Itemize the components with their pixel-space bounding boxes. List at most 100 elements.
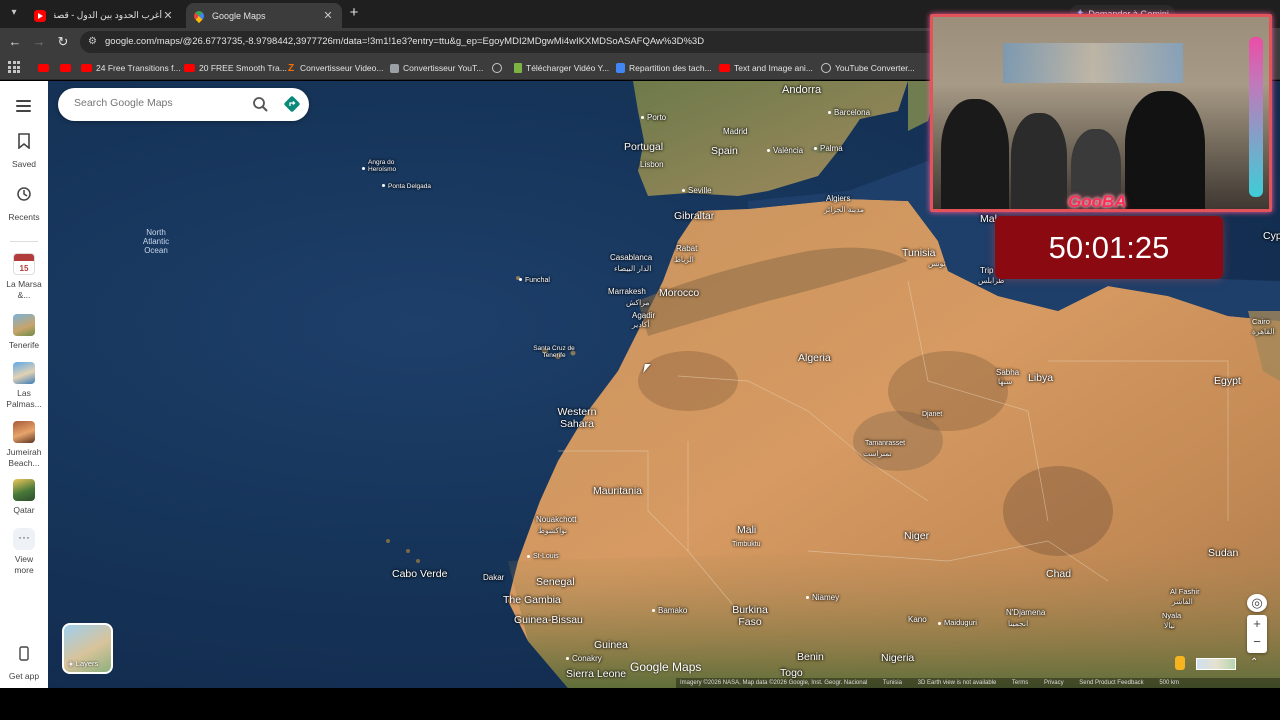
- zoom-out-button[interactable]: −: [1247, 633, 1267, 651]
- privacy-link[interactable]: Privacy: [1044, 680, 1064, 686]
- pegman-icon[interactable]: [1175, 656, 1185, 670]
- place-lisbon[interactable]: Lisbon: [640, 160, 664, 169]
- bookmark-item[interactable]: [492, 60, 506, 76]
- place-cairo-partial[interactable]: Cairo: [1252, 317, 1270, 326]
- place-marrakesh[interactable]: Marrakesh: [608, 287, 646, 296]
- place-angra[interactable]: Angra do Heroísmo: [362, 159, 406, 173]
- view-more-button[interactable]: ··· View more: [0, 528, 48, 575]
- search-input[interactable]: [74, 97, 244, 109]
- recent-place-qatar[interactable]: Qatar: [0, 479, 48, 516]
- place-niger[interactable]: Niger: [904, 530, 929, 542]
- place-niamey[interactable]: Niamey: [806, 593, 839, 602]
- place-cyprus-partial[interactable]: Cyp: [1263, 230, 1280, 242]
- menu-icon[interactable]: [16, 100, 31, 112]
- place-tripoli-partial[interactable]: Trip: [980, 266, 993, 275]
- recent-place-la-marsa[interactable]: 15 La Marsa &...: [0, 253, 48, 300]
- place-algeria[interactable]: Algeria: [798, 352, 831, 364]
- place-conakry[interactable]: Conakry: [566, 654, 602, 663]
- place-senegal[interactable]: Senegal: [536, 576, 575, 588]
- scale-label[interactable]: 500 km: [1159, 680, 1179, 686]
- place-st-louis[interactable]: St-Louis: [527, 553, 559, 560]
- place-western-sahara[interactable]: Western Sahara: [556, 406, 598, 430]
- place-mauritania[interactable]: Mauritania: [593, 485, 642, 497]
- place-tamanrasset[interactable]: Tamanrasset: [865, 440, 905, 447]
- place-ponta-delgada[interactable]: Ponta Delgada: [382, 181, 431, 190]
- place-nouakchott[interactable]: Nouakchott: [536, 515, 576, 524]
- tab-youtube[interactable]: أغرب الحدود بين الدول - قصة بـ... ✕: [26, 3, 182, 28]
- place-mali[interactable]: Mali: [737, 524, 756, 536]
- place-maiduguri[interactable]: Maiduguri: [938, 618, 977, 627]
- place-al-fashir[interactable]: Al Fashir: [1170, 587, 1200, 596]
- place-dakar[interactable]: Dakar: [483, 573, 504, 582]
- bookmark-item[interactable]: Télécharger Vidéo Y...: [514, 60, 609, 76]
- forward-icon[interactable]: →: [31, 34, 47, 50]
- bookmark-item[interactable]: [38, 60, 53, 76]
- back-icon[interactable]: ←: [7, 34, 23, 50]
- place-guinea[interactable]: Guinea: [594, 639, 628, 651]
- site-info-icon[interactable]: ⚙: [88, 31, 97, 53]
- expand-icon[interactable]: ⌃: [1250, 657, 1258, 668]
- place-casablanca[interactable]: Casablanca: [610, 253, 652, 262]
- bookmark-item[interactable]: [60, 60, 75, 76]
- place-santa-cruz[interactable]: Santa Cruz de Tenerife: [532, 345, 576, 359]
- feedback-link[interactable]: Send Product Feedback: [1079, 680, 1143, 686]
- place-rabat[interactable]: Rabat: [676, 244, 697, 253]
- place-ndjamena[interactable]: N'Djamena: [1006, 608, 1045, 617]
- place-nyala[interactable]: Nyala: [1162, 611, 1181, 620]
- layers-button[interactable]: ◈ Layers: [62, 623, 113, 674]
- close-icon[interactable]: ✕: [162, 9, 174, 22]
- place-porto[interactable]: Porto: [641, 113, 666, 122]
- place-andorra[interactable]: Andorra: [782, 84, 821, 96]
- place-tunisia[interactable]: Tunisia: [902, 247, 935, 259]
- directions-icon[interactable]: [282, 94, 302, 114]
- place-madrid[interactable]: Madrid: [723, 127, 747, 136]
- place-palma[interactable]: Palma: [814, 144, 843, 153]
- recent-place-tenerife[interactable]: Tenerife: [0, 314, 48, 351]
- place-sudan[interactable]: Sudan: [1208, 547, 1238, 559]
- bookmark-item[interactable]: 24 Free Transitions f...: [81, 60, 181, 76]
- place-timbuktu[interactable]: Timbuktu: [732, 541, 761, 548]
- place-sabha[interactable]: Sabha: [996, 368, 1019, 377]
- place-cabo-verde[interactable]: Cabo Verde: [392, 568, 447, 580]
- place-funchal[interactable]: Funchal: [519, 275, 550, 284]
- place-benin[interactable]: Benin: [797, 651, 824, 663]
- saved-button[interactable]: Saved: [0, 133, 48, 170]
- place-agadir[interactable]: Agadir: [632, 311, 655, 320]
- bookmark-item[interactable]: 20 FREE Smooth Tra...: [184, 60, 287, 76]
- place-the-gambia[interactable]: The Gambia: [503, 594, 561, 606]
- place-gibraltar[interactable]: Gibraltar: [674, 210, 714, 222]
- bookmark-item[interactable]: Convertisseur YouT...: [390, 60, 483, 76]
- attribution-region[interactable]: Tunisia: [883, 680, 902, 686]
- tab-google-maps[interactable]: Google Maps ✕: [186, 3, 342, 28]
- place-morocco[interactable]: Morocco: [659, 287, 699, 299]
- place-algiers[interactable]: Algiers: [826, 194, 850, 203]
- place-djanet[interactable]: Djanet: [922, 411, 942, 418]
- recent-place-las-palmas[interactable]: Las Palmas...: [0, 362, 48, 409]
- new-tab-button[interactable]: +: [346, 5, 362, 21]
- zoom-in-button[interactable]: +: [1247, 615, 1267, 633]
- terms-link[interactable]: Terms: [1012, 680, 1028, 686]
- get-app-button[interactable]: Get app: [0, 645, 48, 682]
- place-guinea-bissau[interactable]: Guinea-Bissau: [514, 614, 583, 626]
- place-spain[interactable]: Spain: [711, 145, 738, 157]
- recents-button[interactable]: Recents: [0, 186, 48, 223]
- place-sierra-leone[interactable]: Sierra Leone: [566, 668, 626, 680]
- url-field[interactable]: ⚙ google.com/maps/@26.6773735,-8.9798442…: [80, 31, 940, 53]
- place-barcelona[interactable]: Barcelona: [828, 108, 870, 117]
- close-icon[interactable]: ✕: [322, 9, 334, 22]
- place-libya[interactable]: Libya: [1028, 372, 1053, 384]
- place-nigeria[interactable]: Nigeria: [881, 652, 914, 664]
- place-burkina-faso[interactable]: Burkina Faso: [730, 604, 770, 628]
- map-type-thumbnails[interactable]: [1196, 658, 1236, 670]
- place-egypt[interactable]: Egypt: [1214, 375, 1241, 387]
- reload-icon[interactable]: ↻: [55, 34, 71, 50]
- bookmark-item[interactable]: Z Convertisseur Video...: [286, 60, 384, 76]
- tab-search-dropdown-icon[interactable]: ▾: [6, 5, 22, 21]
- place-seville[interactable]: Seville: [682, 186, 712, 195]
- search-icon[interactable]: [250, 94, 270, 114]
- place-chad[interactable]: Chad: [1046, 568, 1071, 580]
- place-kano[interactable]: Kano: [908, 615, 927, 624]
- bookmark-item[interactable]: Text and Image ani...: [719, 60, 813, 76]
- place-valencia[interactable]: València: [767, 146, 803, 155]
- place-bamako[interactable]: Bamako: [652, 606, 687, 615]
